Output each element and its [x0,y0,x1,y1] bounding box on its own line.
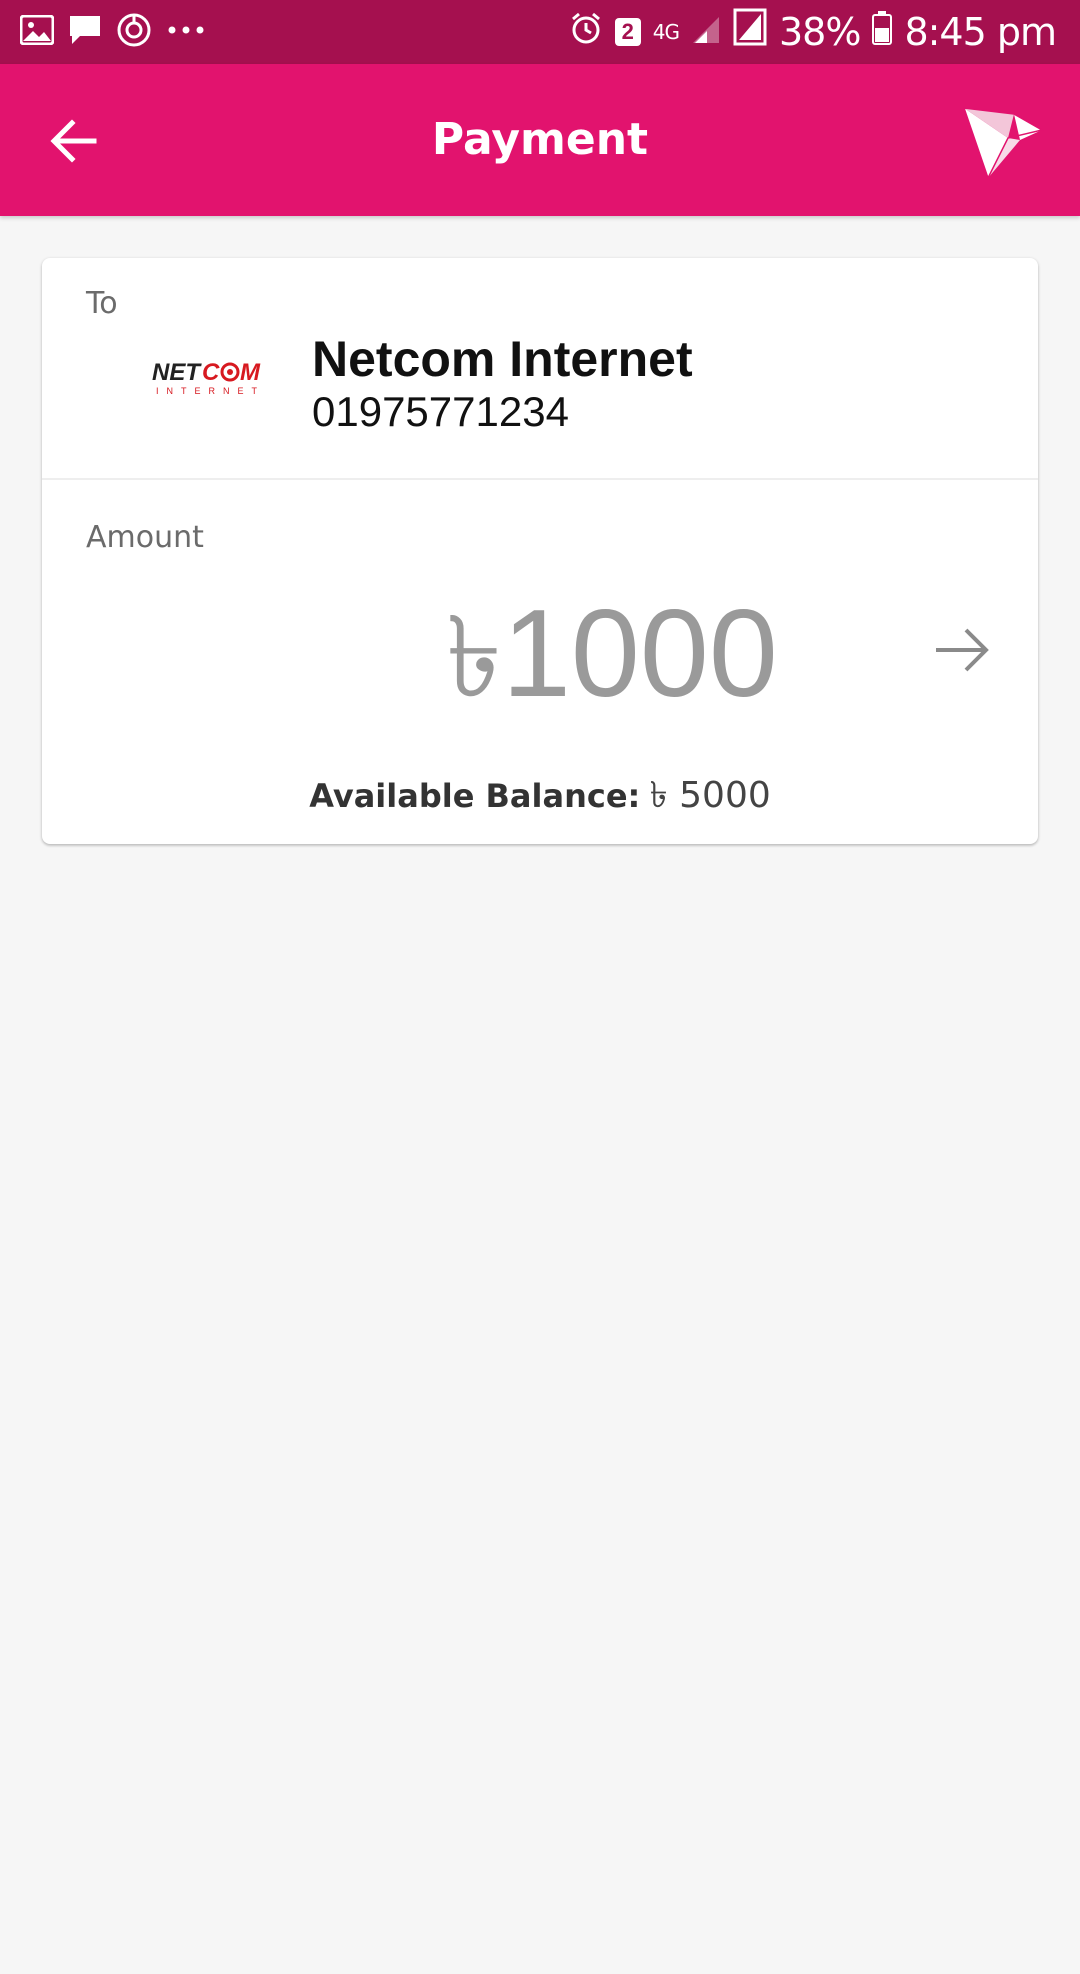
clock: 8:45 pm [904,10,1057,54]
merchant-logo: NET C M INTERNET [150,350,278,402]
merchant-name: Netcom Internet [312,331,693,387]
app-bar: Payment [0,64,1080,216]
amount-input[interactable]: ৳ 1000 [402,572,822,723]
more-dots-icon [166,23,206,41]
divider [42,478,1038,480]
arrow-right-icon [932,625,992,680]
page-title: Payment [431,114,649,165]
svg-text:INTERNET: INTERNET [156,386,265,396]
currency-symbol: ৳ [446,593,502,723]
amount-value: 1000 [501,585,778,723]
merchant-number: 01975771234 [312,388,569,435]
sync-icon [116,12,152,53]
arrow-left-icon [48,118,98,168]
battery-percent: 38% [778,10,861,54]
network-type: 4G [652,20,680,44]
available-balance: Available Balance: ৳ 5000 [42,768,1038,828]
to-label: To [86,286,118,321]
battery-icon [872,10,893,55]
alarm-icon [569,10,603,55]
status-bar-notifications [19,12,206,53]
signal-icon-secondary [733,8,767,56]
status-bar-system: 2 4G 38% 8:45 pm [569,8,1057,56]
sim-badge: 2 [614,18,641,46]
bkash-bird-icon [958,94,1048,184]
message-icon [68,14,102,51]
payment-card: To NET C M INTERNET Netcom Internet 0197… [42,258,1038,844]
svg-text:NET: NET [152,359,202,386]
back-button[interactable] [36,106,110,180]
balance-label: Available Balance: [309,777,641,815]
image-icon [19,14,55,50]
amount-label: Amount [86,520,204,555]
signal-icon [691,10,721,55]
svg-text:M: M [240,359,261,386]
next-button[interactable] [922,612,1002,692]
svg-text:C: C [202,359,220,386]
balance-value: ৳ 5000 [649,775,771,816]
status-bar: 2 4G 38% 8:45 pm [0,0,1080,64]
